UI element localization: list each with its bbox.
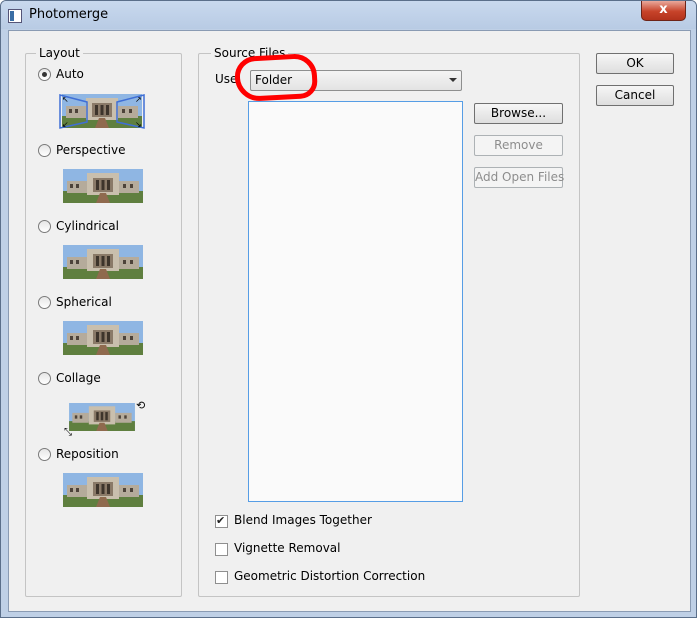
source-files-list[interactable] [248, 101, 463, 502]
red-annotation-circle [233, 52, 319, 103]
reposition-layout-thumbnail[interactable] [59, 471, 147, 509]
auto-label: Auto [56, 67, 84, 81]
vignette-removal-checkbox[interactable] [215, 543, 228, 556]
svg-text:⤡: ⤡ [64, 427, 72, 438]
reposition-label: Reposition [56, 447, 119, 461]
perspective-label: Perspective [56, 143, 126, 157]
spherical-radio[interactable] [38, 296, 51, 309]
browse-button[interactable]: Browse... [474, 103, 563, 124]
spherical-label: Spherical [56, 295, 112, 309]
remove-button[interactable]: Remove [474, 135, 563, 156]
auto-layout-thumbnail[interactable]: ↖ ↗ ↙ ↘ [57, 92, 147, 130]
blend-images-label: Blend Images Together [234, 513, 372, 527]
collage-radio[interactable] [38, 372, 51, 385]
svg-text:↘: ↘ [135, 120, 142, 129]
layout-legend: Layout [36, 46, 83, 60]
auto-radio[interactable] [38, 68, 51, 81]
cancel-button[interactable]: Cancel [596, 85, 674, 106]
svg-text:↖: ↖ [62, 95, 69, 104]
window-title: Photomerge [29, 7, 109, 22]
spherical-layout-thumbnail[interactable] [59, 319, 147, 357]
blend-images-checkbox[interactable] [215, 514, 228, 528]
close-icon: x [659, 2, 668, 17]
collage-label: Collage [56, 371, 101, 385]
title-bar[interactable]: Photomerge x [1, 1, 696, 29]
dialog-content: Layout Auto ↖ ↗ ↙ ↘ Perspective Cylindri… [8, 30, 691, 612]
geometric-distortion-label: Geometric Distortion Correction [234, 569, 426, 583]
vignette-removal-label: Vignette Removal [234, 541, 341, 555]
photomerge-dialog: Photomerge x Layout Auto ↖ ↗ ↙ ↘ Perspec… [0, 0, 697, 618]
photomerge-app-icon [8, 9, 22, 23]
svg-text:↗: ↗ [135, 95, 142, 104]
cylindrical-layout-thumbnail[interactable] [59, 243, 147, 281]
perspective-layout-thumbnail[interactable] [59, 167, 147, 205]
collage-layout-thumbnail[interactable]: ⟲ ⤡ [56, 395, 151, 438]
svg-text:↙: ↙ [62, 120, 69, 129]
add-open-files-button[interactable]: Add Open Files [474, 167, 564, 188]
chevron-down-icon [449, 78, 457, 82]
cylindrical-label: Cylindrical [56, 219, 119, 233]
reposition-radio[interactable] [38, 448, 51, 461]
geometric-distortion-checkbox[interactable] [215, 571, 228, 584]
layout-group: Layout Auto ↖ ↗ ↙ ↘ Perspective Cylindri… [25, 46, 182, 597]
perspective-radio[interactable] [38, 144, 51, 157]
cylindrical-radio[interactable] [38, 220, 51, 233]
close-button[interactable]: x [641, 1, 686, 21]
svg-text:⟲: ⟲ [136, 399, 145, 412]
ok-button[interactable]: OK [596, 53, 674, 74]
